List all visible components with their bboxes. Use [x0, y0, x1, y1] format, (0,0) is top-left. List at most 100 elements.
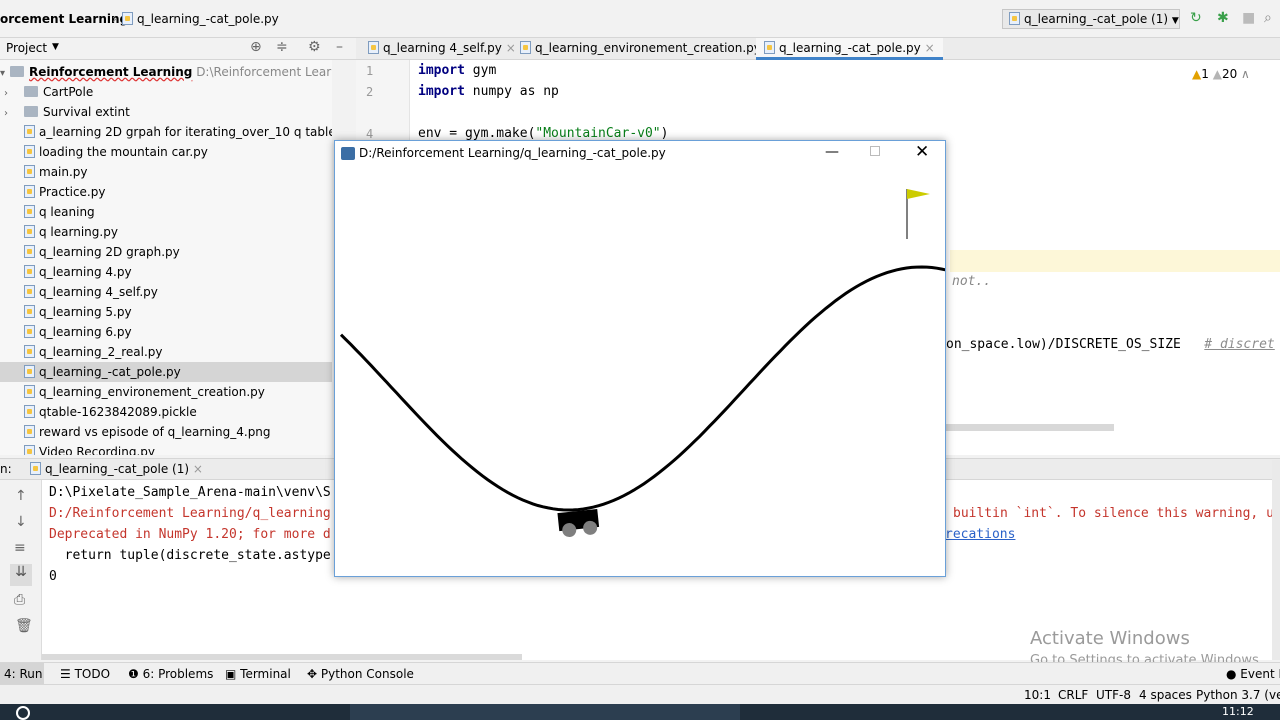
- project-view-label[interactable]: Project: [6, 41, 47, 55]
- project-tree: ▾ Reinforcement Learning D:\Reinforcement…: [0, 60, 332, 455]
- python-file-icon: [24, 405, 35, 418]
- tree-file[interactable]: q_learning 4_self.py: [0, 282, 332, 302]
- arrow-up-icon[interactable]: ↑: [15, 488, 27, 504]
- tool-tab-terminal[interactable]: ▣ Terminal: [225, 667, 291, 681]
- arrow-down-icon[interactable]: ↓: [15, 514, 27, 530]
- close-icon[interactable]: ×: [925, 41, 935, 55]
- tree-folder[interactable]: › CartPole: [0, 82, 332, 102]
- tool-tab-todo[interactable]: ☰ TODO: [60, 667, 110, 681]
- maximize-icon[interactable]: [870, 146, 880, 156]
- python-file-icon: [24, 245, 35, 258]
- breadcrumb-file[interactable]: q_learning_-cat_pole.py: [122, 12, 279, 26]
- weak-warning-count: 20: [1221, 67, 1238, 81]
- tab-label: q_learning_environement_creation.py: [535, 41, 761, 55]
- print-icon[interactable]: ⎙: [14, 592, 25, 608]
- tree-file[interactable]: q_learning 2D graph.py: [0, 242, 332, 262]
- console-link[interactable]: recations: [945, 527, 1015, 542]
- chevron-right-icon[interactable]: ›: [4, 104, 14, 124]
- tool-tab-label: Terminal: [240, 667, 291, 681]
- gym-render-window[interactable]: D:/Reinforcement Learning/q_learning_-ca…: [334, 140, 946, 577]
- close-icon[interactable]: ×: [193, 462, 203, 476]
- tree-file[interactable]: q leaning: [0, 202, 332, 222]
- tool-tab-label: 6: Problems: [142, 667, 214, 681]
- indent-setting[interactable]: 4 spaces: [1139, 688, 1192, 702]
- project-name[interactable]: orcement Learning: [0, 12, 128, 26]
- python-interpreter[interactable]: Python 3.7 (ven: [1196, 688, 1280, 702]
- tree-file[interactable]: reward vs episode of q_learning_4.png: [0, 422, 332, 442]
- close-icon[interactable]: ✕: [915, 142, 929, 162]
- run-config-select[interactable]: q_learning_-cat_pole (1) ▼: [1002, 9, 1180, 29]
- tool-tab-python-console[interactable]: ✥ Python Console: [307, 667, 414, 681]
- tree-item-label: q_learning 2D graph.py: [39, 245, 180, 259]
- event-log-tab[interactable]: ● Event Lo: [1226, 667, 1280, 681]
- search-icon[interactable]: [16, 706, 30, 720]
- run-tab[interactable]: q_learning_-cat_pole (1) ×: [30, 462, 203, 476]
- tree-folder[interactable]: › Survival extint: [0, 102, 332, 122]
- file-encoding[interactable]: UTF-8: [1096, 688, 1131, 702]
- tree-item-label: CartPole: [43, 85, 94, 99]
- scroll-to-end-icon[interactable]: ⇊: [10, 564, 32, 586]
- tool-tab-run[interactable]: 4: Run: [4, 667, 43, 681]
- problems-icon: ❶: [128, 667, 143, 681]
- gear-icon[interactable]: ⚙: [308, 39, 321, 55]
- tree-item-label: a_learning 2D grpah for iterating_over_1…: [39, 125, 332, 139]
- tab-q-learning-4-self[interactable]: q_learning 4_self.py ×: [360, 38, 524, 60]
- tab-q-learning-environement-creation[interactable]: q_learning_environement_creation.py ×: [512, 38, 783, 60]
- chevron-down-icon[interactable]: ▼: [52, 42, 59, 52]
- tool-tab-label: Python Console: [320, 667, 414, 681]
- clock[interactable]: 11:12: [1222, 705, 1254, 718]
- horizontal-scrollbar[interactable]: [42, 654, 522, 660]
- locate-icon[interactable]: ⊕: [250, 39, 262, 55]
- taskbar-apps[interactable]: [350, 704, 740, 720]
- tree-file[interactable]: a_learning 2D grpah for iterating_over_1…: [0, 122, 332, 142]
- console-line: 0: [49, 569, 57, 584]
- rerun-icon[interactable]: ↻: [1190, 11, 1202, 25]
- mountain-curve: [339, 265, 945, 512]
- tree-file[interactable]: loading the mountain car.py: [0, 142, 332, 162]
- tree-file[interactable]: q_learning_2_real.py: [0, 342, 332, 362]
- chevron-up-icon[interactable]: ∧: [1241, 67, 1250, 81]
- tree-file[interactable]: q_learning 5.py: [0, 302, 332, 322]
- collapse-icon[interactable]: ≑: [276, 39, 288, 55]
- vertical-scrollbar[interactable]: [1272, 460, 1280, 660]
- minimize-panel-icon[interactable]: –: [336, 39, 343, 55]
- python-file-icon: [764, 41, 775, 54]
- gym-window-titlebar[interactable]: D:/Reinforcement Learning/q_learning_-ca…: [335, 141, 945, 167]
- python-file-icon: [122, 12, 133, 25]
- tree-file[interactable]: Practice.py: [0, 182, 332, 202]
- code-text: on_space.low)/DISCRETE_OS_SIZE: [946, 337, 1181, 352]
- stop-icon[interactable]: ■: [1242, 11, 1255, 25]
- tree-file[interactable]: q learning.py: [0, 222, 332, 242]
- search-everywhere-icon[interactable]: ⌕: [1264, 11, 1272, 25]
- tool-tab-problems[interactable]: ❶ 6: Problems: [128, 667, 213, 681]
- python-file-icon: [30, 462, 41, 475]
- tree-file[interactable]: q_learning 6.py: [0, 322, 332, 342]
- code-text: gym: [464, 63, 497, 78]
- tree-item-label: loading the mountain car.py: [39, 145, 208, 159]
- tree-file[interactable]: Video Recording.py: [0, 442, 332, 455]
- tree-item-label: Survival extint: [43, 105, 130, 119]
- horizontal-scrollbar[interactable]: [946, 424, 1114, 431]
- tree-file[interactable]: q_learning_environement_creation.py: [0, 382, 332, 402]
- python-file-icon: [24, 205, 35, 218]
- cursor-position[interactable]: 10:1: [1024, 688, 1051, 702]
- tree-file[interactable]: q_learning_-cat_pole.py: [0, 362, 332, 382]
- chevron-right-icon[interactable]: ›: [4, 84, 14, 104]
- tree-file[interactable]: q_learning 4.py: [0, 262, 332, 282]
- warning-count: 1: [1201, 67, 1209, 81]
- soft-wrap-icon[interactable]: ≡: [14, 540, 26, 556]
- minimize-icon[interactable]: —: [825, 144, 839, 160]
- tree-file[interactable]: main.py: [0, 162, 332, 182]
- tree-file[interactable]: qtable-1623842089.pickle: [0, 402, 332, 422]
- tab-q-learning-cat-pole[interactable]: q_learning_-cat_pole.py ×: [756, 38, 943, 60]
- tree-root[interactable]: ▾ Reinforcement Learning D:\Reinforcement…: [0, 62, 332, 82]
- python-file-icon: [1009, 12, 1020, 25]
- debug-icon[interactable]: ✱: [1217, 11, 1229, 25]
- trash-icon[interactable]: 🗑: [15, 618, 33, 634]
- inspection-widget[interactable]: ▲1 ▲20 ∧: [1192, 67, 1250, 81]
- event-log-icon: ●: [1226, 667, 1241, 681]
- tree-item-label: reward vs episode of q_learning_4.png: [39, 425, 271, 439]
- tree-item-label: q_learning 6.py: [39, 325, 132, 339]
- code-line: on_space.low)/DISCRETE_OS_SIZE # discret: [946, 337, 1275, 352]
- line-separator[interactable]: CRLF: [1058, 688, 1088, 702]
